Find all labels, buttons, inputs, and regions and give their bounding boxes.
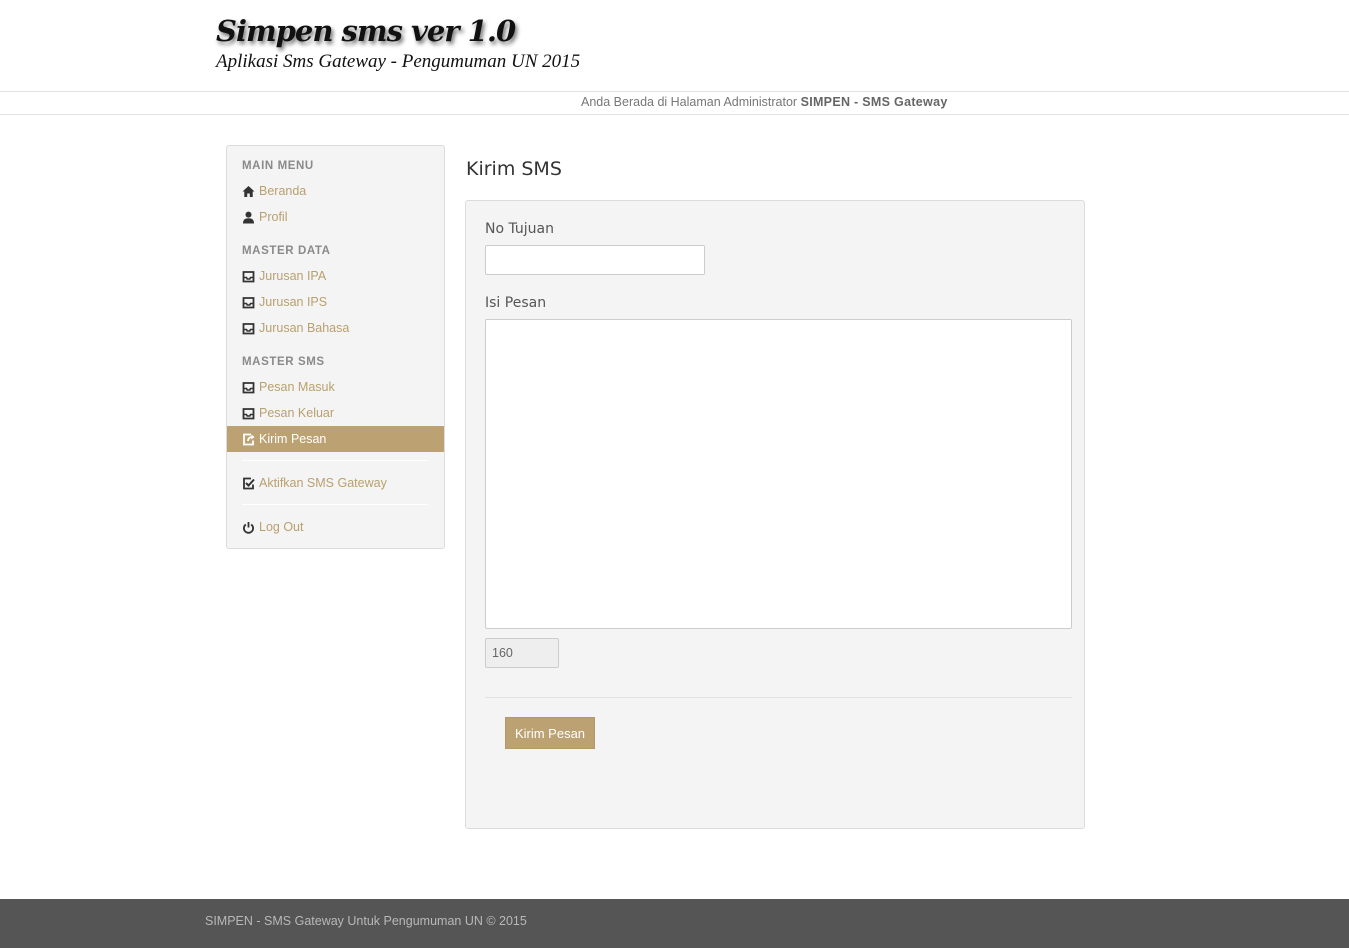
kirim-pesan-button[interactable]: Kirim Pesan [505, 717, 595, 749]
sidebar-item-label: Beranda [259, 184, 307, 198]
power-icon [242, 521, 255, 534]
sidebar-item-label: Pesan Keluar [259, 406, 335, 420]
nav-header-master-data: MASTER DATA [242, 245, 331, 257]
footer-text: SIMPEN - SMS Gateway Untuk Pengumuman UN… [205, 914, 527, 928]
sidebar-item-jurusan-ips[interactable]: Jurusan IPS [227, 289, 444, 315]
char-counter-field: 160 [485, 638, 559, 668]
no-tujuan-label: No Tujuan [485, 221, 555, 237]
kirim-sms-form: No Tujuan Isi Pesan 160 Kirim Pesan [465, 200, 1085, 829]
sidebar-item-label: Profil [259, 210, 288, 224]
sidebar-item-jurusan-ipa[interactable]: Jurusan IPA [227, 263, 444, 289]
info-bar-text: Anda Berada di Halaman Administrator SIM… [581, 95, 948, 109]
sidebar-item-profil[interactable]: Profil [227, 204, 444, 230]
sidebar-item-label: Kirim Pesan [259, 432, 327, 446]
inbox-icon [242, 381, 255, 394]
home-icon [242, 185, 255, 198]
nav-header-main-menu: MAIN MENU [242, 160, 314, 172]
info-bar-prefix: Anda Berada di Halaman Administrator [581, 95, 801, 109]
app-title: Simpen sms ver 1.0 [216, 14, 516, 48]
inbox-icon [242, 322, 255, 335]
info-bar: Anda Berada di Halaman Administrator SIM… [0, 92, 1349, 115]
share-icon [242, 433, 255, 446]
isi-pesan-label: Isi Pesan [485, 295, 547, 311]
sidebar-item-kirim-pesan[interactable]: Kirim Pesan [227, 426, 444, 452]
nav-header-master-sms: MASTER SMS [242, 356, 325, 368]
user-icon [242, 211, 255, 224]
page-title: Kirim SMS [466, 158, 562, 180]
info-bar-app-name: SIMPEN - SMS Gateway [800, 95, 948, 109]
sidebar-item-label: Aktifkan SMS Gateway [259, 476, 387, 490]
inbox-icon [242, 270, 255, 283]
inbox-icon [242, 407, 255, 420]
sidebar-item-jurusan-bahasa[interactable]: Jurusan Bahasa [227, 315, 444, 341]
sidebar-item-pesan-keluar[interactable]: Pesan Keluar [227, 400, 444, 426]
sidebar-item-label: Log Out [259, 520, 304, 534]
sidebar-item-label: Jurusan Bahasa [259, 321, 350, 335]
inbox-icon [242, 296, 255, 309]
check-icon [242, 477, 255, 490]
sidebar-item-label: Pesan Masuk [259, 380, 335, 394]
isi-pesan-textarea[interactable] [485, 319, 1072, 629]
no-tujuan-input[interactable] [485, 245, 705, 275]
sidebar-item-label: Jurusan IPA [259, 269, 327, 283]
sidebar: MAIN MENU Beranda Profil MASTER DATA Jur… [226, 145, 445, 549]
sidebar-item-aktifkan-sms-gateway[interactable]: Aktifkan SMS Gateway [227, 470, 444, 496]
sidebar-item-beranda[interactable]: Beranda [227, 178, 444, 204]
app-subtitle: Aplikasi Sms Gateway - Pengumuman UN 201… [216, 51, 581, 72]
form-divider [485, 697, 1072, 698]
page-header: Simpen sms ver 1.0 Aplikasi Sms Gateway … [0, 0, 1349, 92]
sidebar-divider [242, 504, 428, 505]
sidebar-item-pesan-masuk[interactable]: Pesan Masuk [227, 374, 444, 400]
sidebar-item-log-out[interactable]: Log Out [227, 514, 444, 540]
sidebar-item-label: Jurusan IPS [259, 295, 328, 309]
sidebar-divider [242, 460, 428, 461]
page-footer: SIMPEN - SMS Gateway Untuk Pengumuman UN… [0, 899, 1349, 948]
